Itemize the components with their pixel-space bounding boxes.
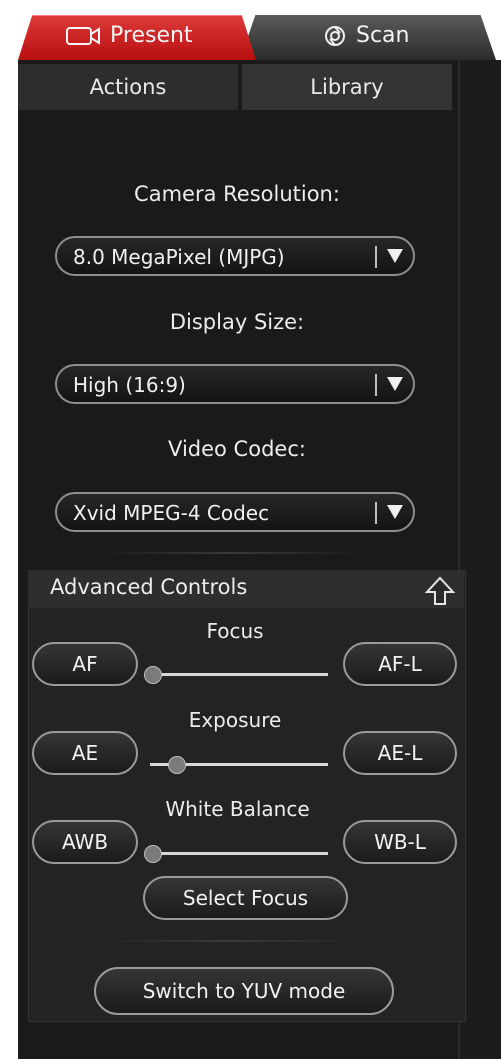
subtab-library[interactable]: Library: [242, 64, 452, 110]
tab-present-label: Present: [110, 23, 193, 48]
ae-l-button[interactable]: AE-L: [343, 731, 457, 775]
white-balance-slider-track[interactable]: [150, 852, 328, 855]
exposure-label: Exposure: [188, 708, 282, 732]
section-divider: [100, 940, 360, 942]
wb-l-button[interactable]: WB-L: [343, 820, 457, 864]
dropdown-separator: [375, 246, 377, 268]
chevron-down-icon: [387, 505, 403, 519]
ae-button[interactable]: AE: [32, 731, 138, 775]
camera-resolution-dropdown[interactable]: 8.0 MegaPixel (MJPG): [55, 236, 415, 276]
dropdown-separator: [375, 502, 377, 524]
scan-icon: [325, 25, 345, 46]
display-size-value: High (16:9): [73, 373, 186, 397]
display-size-dropdown[interactable]: High (16:9): [55, 364, 415, 404]
camera-resolution-label: Camera Resolution:: [134, 182, 340, 206]
focus-slider-thumb[interactable]: [144, 666, 162, 684]
video-codec-value: Xvid MPEG-4 Codec: [73, 501, 270, 525]
focus-label: Focus: [206, 619, 264, 643]
section-divider: [100, 552, 360, 554]
video-codec-label: Video Codec:: [168, 437, 306, 461]
dropdown-separator: [375, 374, 377, 396]
switch-yuv-mode-button[interactable]: Switch to YUV mode: [94, 967, 394, 1015]
white-balance-label: White Balance: [165, 797, 310, 821]
focus-slider-track[interactable]: [150, 673, 328, 676]
video-camera-icon: [66, 26, 100, 45]
select-focus-button[interactable]: Select Focus: [143, 876, 348, 920]
awb-button[interactable]: AWB: [32, 820, 138, 864]
left-margin: [0, 60, 18, 1059]
collapse-up-icon[interactable]: [424, 575, 456, 607]
white-balance-slider-thumb[interactable]: [144, 845, 162, 863]
tab-scan-label: Scan: [356, 23, 410, 48]
af-button[interactable]: AF: [32, 642, 138, 686]
chevron-down-icon: [387, 377, 403, 391]
camera-resolution-value: 8.0 MegaPixel (MJPG): [73, 245, 285, 269]
tab-scan[interactable]: Scan: [240, 15, 496, 60]
subtab-actions[interactable]: Actions: [18, 64, 238, 110]
subtab-library-label: Library: [310, 75, 384, 99]
display-size-label: Display Size:: [169, 310, 305, 334]
subtab-actions-label: Actions: [89, 75, 167, 99]
tab-present[interactable]: Present: [18, 15, 256, 60]
video-codec-dropdown[interactable]: Xvid MPEG-4 Codec: [55, 492, 415, 532]
advanced-controls-title: Advanced Controls: [50, 575, 248, 599]
af-l-button[interactable]: AF-L: [343, 642, 457, 686]
chevron-down-icon: [387, 249, 403, 263]
